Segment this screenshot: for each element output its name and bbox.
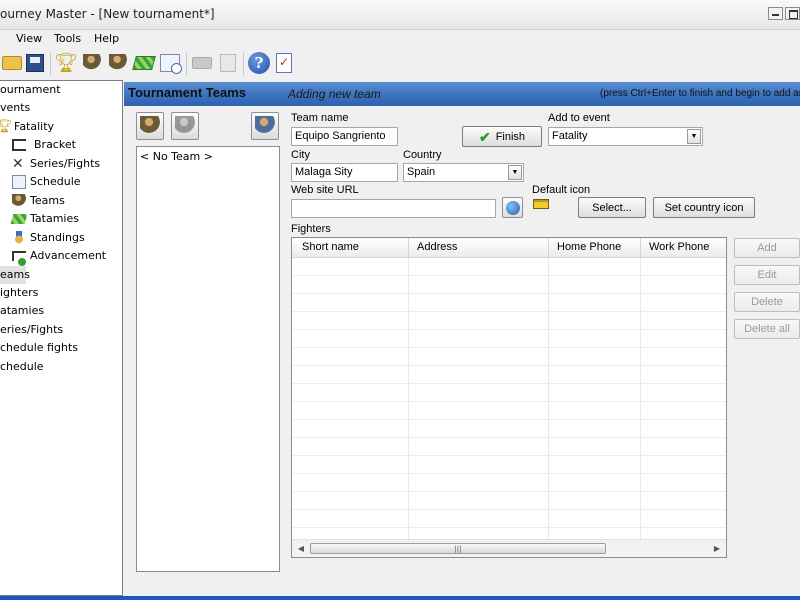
menu-bar: View Tools Help <box>0 30 800 48</box>
tree-item-tatamies-root[interactable]: atamies <box>0 302 44 320</box>
crossed-swords-icon: ✕ <box>12 156 24 172</box>
delete-fighter-button[interactable]: Delete <box>734 292 800 312</box>
country-label: Country <box>403 149 442 161</box>
panel-subtitle: Adding new team <box>288 87 381 101</box>
city-field[interactable]: Malaga Sity <box>291 163 398 182</box>
column-header-work-phone[interactable]: Work Phone <box>649 241 709 253</box>
tree-item-schedule[interactable]: Schedule <box>12 173 81 191</box>
panel-header: Tournament Teams Adding new team (press … <box>124 82 800 106</box>
open-website-button[interactable] <box>502 197 523 218</box>
tree-item-schedule-fights[interactable]: chedule fights <box>0 339 78 357</box>
tree-item-fighters[interactable]: ighters <box>0 284 38 302</box>
team-list[interactable]: < No Team > <box>136 146 280 572</box>
tree-item-fatality[interactable]: 🏆︎Fatality <box>0 118 54 136</box>
team-name-field[interactable]: Equipo Sangriento <box>291 127 398 146</box>
schedule-icon[interactable] <box>158 51 182 75</box>
tatami-icon <box>10 214 28 224</box>
fighters-icon[interactable] <box>106 51 130 75</box>
table-body[interactable] <box>292 258 726 540</box>
print-icon[interactable] <box>190 51 214 75</box>
column-header-short-name[interactable]: Short name <box>302 241 359 253</box>
toolbar-separator <box>243 53 244 75</box>
window-title: ourney Master - [New tournament*] <box>0 7 215 21</box>
team-remove-icon <box>175 116 195 136</box>
team-add-icon <box>140 116 160 136</box>
shortcut-hint: (press Ctrl+Enter to finish and begin to… <box>600 88 800 99</box>
chevron-down-icon[interactable]: ▼ <box>508 165 522 180</box>
chevron-down-icon[interactable]: ▼ <box>687 129 701 144</box>
fighters-table[interactable]: Short name Address Home Phone Work Phone… <box>291 237 727 558</box>
calendar-icon <box>12 175 26 189</box>
list-item[interactable]: < No Team > <box>140 150 213 163</box>
menu-view[interactable]: View <box>16 32 42 45</box>
bracket-icon <box>12 139 26 151</box>
edit-fighter-button[interactable]: Edit <box>734 265 800 285</box>
finish-button[interactable]: ✔ Finish <box>462 126 542 147</box>
tree-item-bracket[interactable]: Bracket <box>12 136 76 154</box>
minimize-button[interactable] <box>768 7 783 20</box>
team-name-label: Team name <box>291 112 349 124</box>
window-bottom-border <box>0 596 800 600</box>
add-fighter-button[interactable]: Add <box>734 238 800 258</box>
advancement-icon <box>12 251 26 266</box>
column-header-home-phone[interactable]: Home Phone <box>557 241 621 253</box>
website-field[interactable] <box>291 199 496 218</box>
city-label: City <box>291 149 310 161</box>
save-icon[interactable] <box>23 51 47 75</box>
tree-item-teams[interactable]: Teams <box>12 192 65 210</box>
trophy-icon[interactable]: 🏆︎ <box>54 51 78 75</box>
column-header-address[interactable]: Address <box>417 241 457 253</box>
table-header: Short name Address Home Phone Work Phone <box>292 238 726 258</box>
maximize-button[interactable] <box>785 7 800 20</box>
title-bar: ourney Master - [New tournament*] <box>0 0 800 30</box>
toolbar-separator <box>50 53 51 75</box>
toolbar: 🏆︎ ? <box>0 48 800 80</box>
medal-icon <box>12 231 26 245</box>
default-icon-label: Default icon <box>532 184 591 196</box>
tree-item-standings[interactable]: Standings <box>12 229 85 247</box>
check-icon: ✔ <box>478 128 491 145</box>
help-icon[interactable]: ? <box>247 51 271 75</box>
people-icon <box>12 194 26 208</box>
window-controls <box>768 7 800 20</box>
report-icon[interactable] <box>272 51 296 75</box>
team-properties-button[interactable] <box>251 112 279 140</box>
menu-help[interactable]: Help <box>94 32 119 45</box>
event-select[interactable]: Fatality ▼ <box>548 127 703 146</box>
tree-item-advancement[interactable]: Advancement <box>12 247 106 266</box>
delete-all-fighters-button[interactable]: Delete all <box>734 319 800 339</box>
tree-item-series-fights[interactable]: ✕ Series/Fights <box>12 155 100 173</box>
team-flag-icon <box>533 199 549 209</box>
panel-title: Tournament Teams <box>128 85 246 100</box>
tree-item-events[interactable]: vents <box>0 99 30 117</box>
country-select[interactable]: Spain ▼ <box>403 163 524 182</box>
tree-item-series-fights-root[interactable]: eries/Fights <box>0 321 63 339</box>
menu-tools[interactable]: Tools <box>54 32 81 45</box>
tatami-icon[interactable] <box>132 51 156 75</box>
scroll-left-icon[interactable]: ◀ <box>294 542 308 555</box>
team-edit-icon <box>255 116 275 136</box>
set-country-icon-button[interactable]: Set country icon <box>653 197 755 218</box>
remove-team-button[interactable] <box>171 112 199 140</box>
fighters-label: Fighters <box>291 223 331 235</box>
horizontal-scrollbar[interactable]: ◀ ||| ▶ <box>292 539 726 557</box>
tree-item-tatamies[interactable]: Tatamies <box>10 210 79 228</box>
add-team-button[interactable] <box>136 112 164 140</box>
print-preview-icon[interactable] <box>216 51 240 75</box>
trophy-icon: 🏆︎ <box>0 120 13 134</box>
globe-icon <box>505 200 520 215</box>
scrollbar-thumb[interactable]: ||| <box>310 543 606 554</box>
open-folder-icon[interactable] <box>0 51 24 75</box>
tree-item-schedule-root[interactable]: chedule <box>0 358 44 376</box>
toolbar-separator <box>186 53 187 75</box>
scroll-right-icon[interactable]: ▶ <box>710 542 724 555</box>
navigation-tree[interactable]: ournament vents 🏆︎Fatality Bracket ✕Seri… <box>0 80 123 596</box>
tree-item-teams-root[interactable]: eams <box>0 266 30 284</box>
select-icon-button[interactable]: Select... <box>578 197 646 218</box>
teams-icon[interactable] <box>80 51 104 75</box>
add-to-event-label: Add to event <box>548 112 610 124</box>
tree-item-tournament[interactable]: ournament <box>0 81 61 99</box>
website-label: Web site URL <box>291 184 359 196</box>
